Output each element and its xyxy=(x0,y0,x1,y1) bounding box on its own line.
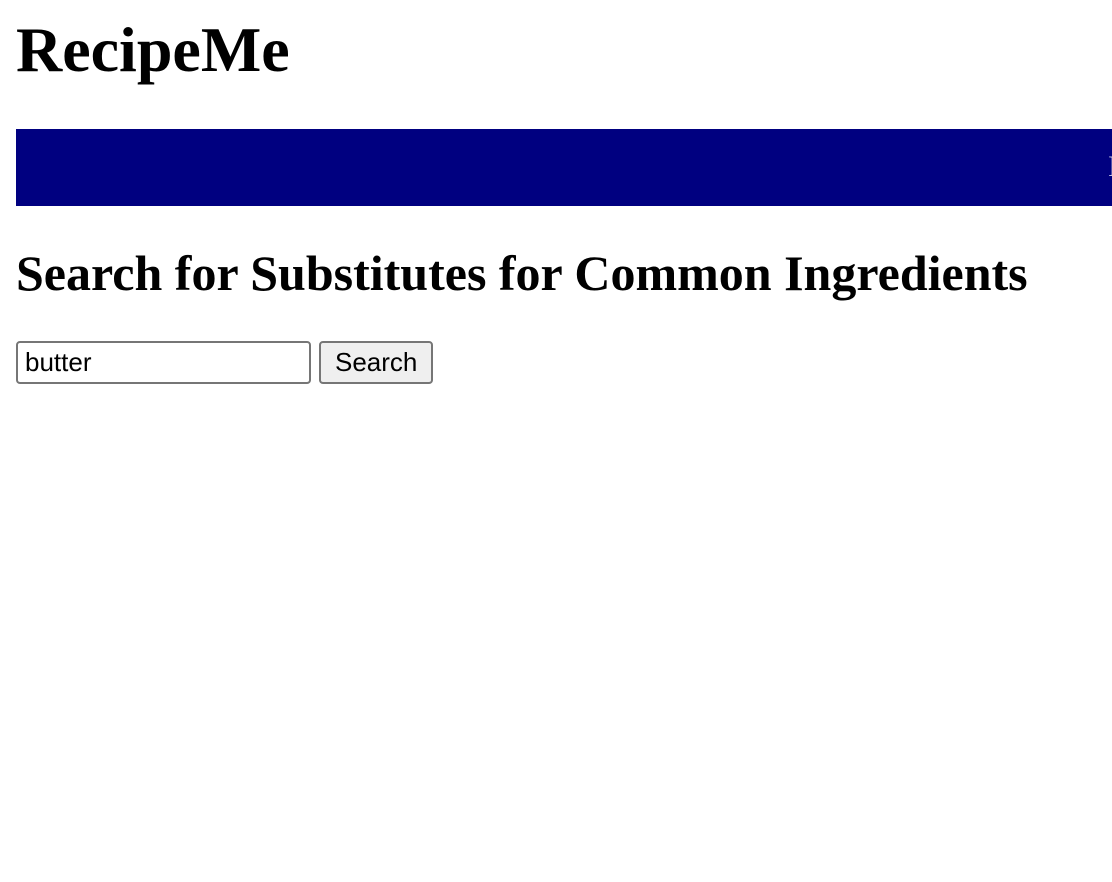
page-heading: Search for Substitutes for Common Ingred… xyxy=(16,245,1028,301)
page: RecipeMe I Search for Substitutes for Co… xyxy=(0,0,1112,882)
ingredient-search-input[interactable] xyxy=(16,341,311,384)
search-button[interactable]: Search xyxy=(319,341,434,384)
search-form: Search xyxy=(16,341,434,384)
site-title: RecipeMe xyxy=(16,14,290,85)
nav-bar: I xyxy=(16,129,1112,206)
nav-item-clipped[interactable]: I xyxy=(1108,149,1112,185)
